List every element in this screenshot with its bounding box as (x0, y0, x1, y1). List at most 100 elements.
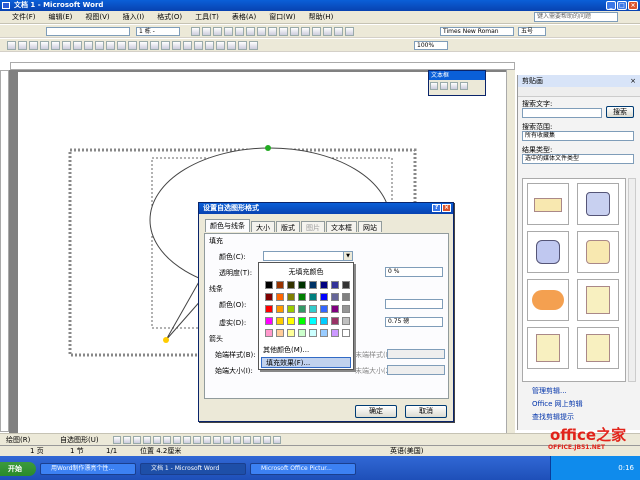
type-select[interactable]: 选中的媒体文件类型 (522, 154, 634, 164)
line-color-icon[interactable] (213, 436, 221, 444)
clipart-thumb-4[interactable] (577, 231, 619, 273)
shadow-icon[interactable] (263, 436, 271, 444)
draw-menu[interactable]: 绘图(R) (6, 435, 30, 445)
prev-textbox-icon[interactable] (450, 82, 458, 90)
menu-view[interactable]: 视图(V) (85, 12, 109, 22)
clipart-thumb-7[interactable] (527, 327, 569, 369)
textbox-tool-icon[interactable] (153, 436, 161, 444)
tab-web[interactable]: 网站 (358, 221, 382, 232)
menu-window[interactable]: 窗口(W) (269, 12, 295, 22)
break-link-icon[interactable] (440, 82, 448, 90)
copy-icon[interactable] (117, 41, 126, 50)
search-button[interactable]: 搜索 (606, 106, 634, 118)
underline-icon[interactable] (235, 27, 244, 36)
picture-tool-icon[interactable] (193, 436, 201, 444)
color-swatch[interactable] (276, 317, 284, 325)
taskbar-item-2[interactable]: 文档 1 - Microsoft Word (140, 463, 246, 475)
diagram-tool-icon[interactable] (173, 436, 181, 444)
close-button[interactable]: × (628, 1, 638, 10)
save-icon[interactable] (29, 41, 38, 50)
clipart-thumb-3[interactable] (527, 231, 569, 273)
color-swatch[interactable] (320, 305, 328, 313)
font-name-combo[interactable]: Times New Roman (440, 27, 514, 36)
menu-edit[interactable]: 编辑(E) (49, 12, 73, 22)
style-combo-2[interactable]: 1 栋 - (136, 27, 180, 36)
line-tool-icon[interactable] (113, 436, 121, 444)
menu-file[interactable]: 文件(F) (12, 12, 36, 22)
close-icon[interactable]: × (630, 75, 636, 87)
tab-layout[interactable]: 版式 (276, 221, 300, 232)
zoom-combo[interactable]: 100% (414, 41, 448, 50)
align-left-icon[interactable] (246, 27, 255, 36)
maximize-button[interactable]: □ (617, 1, 627, 10)
color-swatch[interactable] (331, 329, 339, 337)
color-swatch[interactable] (276, 305, 284, 313)
permission-icon[interactable] (40, 41, 49, 50)
color-swatch[interactable] (298, 305, 306, 313)
color-swatch[interactable] (265, 281, 273, 289)
redo-icon[interactable] (161, 41, 170, 50)
color-swatch[interactable] (265, 329, 273, 337)
arrow-style-icon[interactable] (253, 436, 261, 444)
border-icon[interactable] (191, 27, 200, 36)
document-map-icon[interactable] (238, 41, 247, 50)
clipart-thumb-1[interactable] (527, 183, 569, 225)
transparency-input[interactable]: 0 % (385, 267, 443, 277)
italic-icon[interactable] (224, 27, 233, 36)
align-right-icon[interactable] (268, 27, 277, 36)
next-textbox-icon[interactable] (460, 82, 468, 90)
wordart-tool-icon[interactable] (163, 436, 171, 444)
color-swatch[interactable] (276, 281, 284, 289)
search-input[interactable] (522, 108, 602, 118)
menu-table[interactable]: 表格(A) (232, 12, 256, 22)
insert-excel-icon[interactable] (205, 41, 214, 50)
cancel-button[interactable]: 取消 (405, 405, 447, 418)
font-color-tool-icon[interactable] (223, 436, 231, 444)
adjust-handle[interactable] (163, 337, 169, 343)
line-style-icon[interactable] (233, 436, 241, 444)
autoshapes-menu[interactable]: 自选图形(U) (60, 435, 99, 445)
research-icon[interactable] (95, 41, 104, 50)
highlight-icon[interactable] (334, 27, 343, 36)
spelling-icon[interactable] (84, 41, 93, 50)
color-swatch[interactable] (320, 329, 328, 337)
tables-borders-icon[interactable] (183, 41, 192, 50)
line-style-select[interactable] (385, 299, 443, 309)
outdent-icon[interactable] (323, 27, 332, 36)
link-office-online[interactable]: Office 网上剪辑 (532, 399, 583, 409)
justify-icon[interactable] (279, 27, 288, 36)
oval-tool-icon[interactable] (143, 436, 151, 444)
color-swatch[interactable] (309, 305, 317, 313)
help-icon[interactable]: ? (432, 204, 441, 212)
print-icon[interactable] (62, 41, 71, 50)
color-swatch[interactable] (265, 317, 273, 325)
color-swatch[interactable] (342, 329, 350, 337)
color-swatch[interactable] (298, 329, 306, 337)
end-size-select[interactable] (387, 365, 445, 375)
fill-color-select[interactable]: ▼ (263, 251, 353, 261)
print-preview-icon[interactable] (73, 41, 82, 50)
ok-button[interactable]: 确定 (355, 405, 397, 418)
arrow-tool-icon[interactable] (123, 436, 131, 444)
results-scrollbar[interactable] (628, 178, 636, 382)
bullets-icon[interactable] (301, 27, 310, 36)
create-link-icon[interactable] (430, 82, 438, 90)
color-swatch[interactable] (265, 305, 273, 313)
drawing-icon[interactable] (227, 41, 236, 50)
color-swatch[interactable] (331, 317, 339, 325)
color-swatch[interactable] (320, 317, 328, 325)
color-swatch[interactable] (298, 281, 306, 289)
open-icon[interactable] (18, 41, 27, 50)
color-swatch[interactable] (309, 281, 317, 289)
clipart-tool-icon[interactable] (183, 436, 191, 444)
rectangle-tool-icon[interactable] (133, 436, 141, 444)
menu-help[interactable]: 帮助(H) (309, 12, 334, 22)
color-swatch[interactable] (287, 281, 295, 289)
link-manage-clips[interactable]: 管理剪辑... (532, 386, 567, 396)
clipart-thumb-5[interactable] (527, 279, 569, 321)
color-swatch[interactable] (298, 317, 306, 325)
fill-effects-option[interactable]: 填充效果(F)... (261, 357, 351, 368)
more-colors-option[interactable]: 其他颜色(M)... (263, 345, 309, 355)
insert-table-icon[interactable] (194, 41, 203, 50)
taskbar-item-3[interactable]: Microsoft Office Pictur... (250, 463, 356, 475)
